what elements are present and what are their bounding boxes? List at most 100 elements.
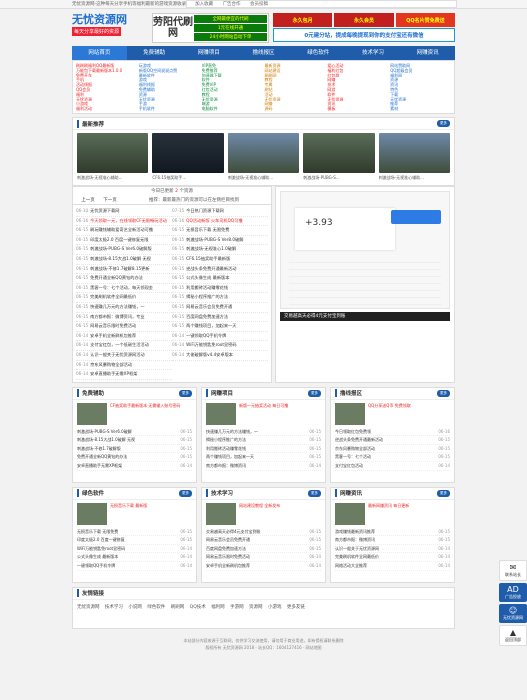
quick-link[interactable]: 电脑软件: [202, 106, 263, 111]
site-button[interactable]: ☺ 无忧资源网: [499, 604, 527, 623]
list-item[interactable]: 06-14 一键领取QQ手机令牌: [172, 332, 268, 342]
list-item[interactable]: 06-15 刺激战场-8.15大战1.0破解 无视: [76, 255, 172, 265]
nav-news[interactable]: 网赚资讯: [400, 46, 455, 60]
list-item[interactable]: 06-15 无损音乐下载 无限免费: [172, 226, 268, 236]
list-item[interactable]: 网易云音乐限时免费活动 06-14: [206, 553, 321, 563]
list-item[interactable]: 游戏赚钱最新资讯推荐 06-15: [335, 528, 450, 537]
list-item[interactable]: 快速赚几万元的方法赚钱，一 06-15: [206, 428, 321, 437]
list-item[interactable]: 免费开通全新QQ黄钻的办法 06-15: [77, 453, 192, 463]
category-headline[interactable]: QQ分享送Q币 免费领取: [335, 402, 450, 425]
list-item[interactable]: 06-16 QQ活动新版 火车司机QQ可撸: [172, 217, 268, 227]
list-item[interactable]: 06-14 大佬破解版v4.4安卓版本: [172, 351, 268, 361]
back-to-top-button[interactable]: ▲ 返回顶部: [499, 625, 527, 646]
list-item[interactable]: 刺激战场-8.15大战1.0破解 无视 06-15: [77, 436, 192, 445]
list-item[interactable]: 网易云音乐会员免费开通 06-15: [206, 536, 321, 545]
list-item[interactable]: 京东风暴购物全部活动 06-15: [335, 445, 450, 454]
list-item[interactable]: 06-10 无忧资源下载网: [76, 207, 172, 217]
add-favorite-link[interactable]: 加入收藏: [195, 2, 213, 7]
list-item[interactable]: 06-14 安卓手机全新刷机包推荐: [76, 332, 172, 342]
list-item[interactable]: 06-15 CF6.15抽奖助手最新版: [172, 255, 268, 265]
category-more-button[interactable]: 更多: [308, 489, 321, 497]
category-headline[interactable]: 无损音乐下载 最新版: [77, 502, 192, 525]
category-more-button[interactable]: 更多: [437, 389, 450, 397]
list-item[interactable]: 06-15 利用搬砖活动赚零花钱: [172, 284, 268, 294]
quick-link[interactable]: 模板: [327, 106, 388, 111]
next-page-tab[interactable]: 下一页: [99, 197, 121, 203]
nav-deals[interactable]: 撸线报区: [236, 46, 291, 60]
banner-ad-left[interactable]: 劳阳代刷网 全网最便宜的代刷 1元在线开通 24小时网站自动下单: [152, 13, 269, 43]
list-item[interactable]: 06-15 刺激战场-PUBG-S Ver8.0破解: [172, 236, 268, 246]
list-item[interactable]: 06-15 刺激战场-不修1.7破解8.15更新: [76, 265, 172, 275]
latest-item[interactable]: 刺激战场-无视准心辅助...: [77, 133, 149, 182]
list-item[interactable]: 06-15 百度网盘免费加速方法: [172, 313, 268, 323]
nav-software[interactable]: 绿色软件: [291, 46, 346, 60]
quick-link[interactable]: 福利活动: [76, 106, 137, 111]
nav-free-tools[interactable]: 免费辅助: [127, 46, 182, 60]
list-item[interactable]: 完美刷机软件全网最低价 06-14: [335, 553, 450, 563]
list-item[interactable]: 06-15 公式头像生成 最新版本: [172, 274, 268, 284]
list-item[interactable]: 06-14 WiFi万能钥匙免root显密码: [172, 341, 268, 351]
category-more-button[interactable]: 更多: [179, 489, 192, 497]
list-item[interactable]: 支付宝红包活动 06-14: [335, 462, 450, 471]
category-headline[interactable]: CF抽奖助手最新版本 无需输入账号密码: [77, 402, 192, 425]
list-item[interactable]: 06-15 刺激战场-无视准心1.0破解: [172, 245, 268, 255]
list-item[interactable]: 交易越高天必得4元支付宝到账 06-15: [206, 528, 321, 537]
category-headline[interactable]: 新版一元抽奖活动 每日可撸: [206, 402, 321, 425]
list-item[interactable]: 06-15 免费开通全新QQ黄钻的办法: [76, 274, 172, 284]
list-item[interactable]: 印度太极2.0 百度一键修复 06-15: [77, 536, 192, 545]
list-item[interactable]: 南方都市报：微博资讯 06-14: [206, 462, 321, 471]
list-item[interactable]: 今日领取红包免费领 06-16: [335, 428, 450, 437]
latest-item[interactable]: 刺激战场-无视准心辅助...: [378, 133, 451, 182]
list-item[interactable]: 公式头像生成 最新版本 06-14: [77, 553, 192, 563]
list-item[interactable]: 06-15 刷玩赚钱辅助爱奇艺全新活动可撸: [76, 226, 172, 236]
nav-home[interactable]: 网站首页: [72, 46, 127, 60]
nav-earn-projects[interactable]: 网赚项目: [181, 46, 236, 60]
contact-button[interactable]: ✉ 联系站长: [499, 560, 527, 581]
banner-ad-right[interactable]: 永久包月 永久会员 QQ名片赞免费送 0元建分站，提成每晚提现到你的支付宝还有微…: [273, 13, 455, 43]
list-item[interactable]: 刺激战场-PUBG-S Ver6.0破解 06-15: [77, 428, 192, 437]
category-more-button[interactable]: 更多: [179, 389, 192, 397]
list-item[interactable]: 06-15 两个赚钱项目，加起来一天: [172, 322, 268, 332]
quick-link[interactable]: 源码: [264, 106, 325, 111]
prev-page-tab[interactable]: 上一页: [77, 197, 99, 203]
feature-screenshot[interactable]: +3.93: [280, 191, 450, 309]
ad-cooperation-link[interactable]: 广告合作: [223, 2, 241, 7]
category-more-button[interactable]: 更多: [308, 389, 321, 397]
list-item[interactable]: 百度网盘免费加速方法 06-15: [206, 545, 321, 554]
quick-link[interactable]: 手机软件: [139, 106, 200, 111]
latest-more-button[interactable]: 更多: [437, 120, 450, 127]
list-item[interactable]: 06-14 京东风暴购物全部活动: [76, 361, 172, 371]
list-item[interactable]: 无损音乐下载 无限免费 06-15: [77, 528, 192, 537]
site-logo[interactable]: 无忧资源网 每天分享最好的资源: [72, 13, 148, 43]
list-item[interactable]: 安卓手机全新刷机包推荐 06-14: [206, 562, 321, 571]
nav-tech[interactable]: 技术学习: [346, 46, 401, 60]
list-item[interactable]: 06-15 南方都市报：微博资讯，专业: [76, 313, 172, 323]
list-item[interactable]: 刺激战场-不修1.7破解版 06-15: [77, 445, 192, 454]
list-item[interactable]: 逆战头条免费开通最新活动 06-15: [335, 436, 450, 445]
list-item[interactable]: 06-15 快速赚几万元的方法赚钱，一: [76, 303, 172, 313]
list-item[interactable]: 06-15 网易云音乐限时免费活动: [76, 322, 172, 332]
quick-link[interactable]: 素材: [390, 106, 451, 111]
list-item[interactable]: 认识一般关于无忧资源网 06-14: [335, 545, 450, 554]
ad-button[interactable]: AD 广告投放: [499, 583, 527, 602]
submit-link[interactable]: 会员投稿: [250, 2, 268, 7]
latest-item[interactable]: CF6.15抽奖助手...: [152, 133, 224, 182]
list-item[interactable]: 06-15 印度太极2.0 百度一键修复无限: [76, 236, 172, 246]
list-item[interactable]: 利用搬砖活动赚零花钱 06-15: [206, 445, 321, 454]
list-item[interactable]: 06-15 逆战头条免费开通最新活动: [172, 265, 268, 275]
list-item[interactable]: 黑客一号：七个活动 06-15: [335, 453, 450, 463]
list-item[interactable]: 06-15 完美刷机软件全网最低价: [76, 293, 172, 303]
list-item[interactable]: 网络活动大全推荐 06-14: [335, 562, 450, 571]
list-item[interactable]: 06-14 认识一般关于无忧资源网活动: [76, 351, 172, 361]
list-item[interactable]: 07-15 今日热门资源下载网: [172, 207, 268, 217]
list-item[interactable]: 06-14 支付宝红包，一个低碳生活活动: [76, 341, 172, 351]
list-item[interactable]: 06-14 安卓直播助手无需XP框架: [76, 370, 172, 380]
list-item[interactable]: 06-16 今天领取一元，在线领取CF无限畅玩活动: [76, 217, 172, 227]
category-headline[interactable]: 最新网赚资讯 每日更新: [335, 502, 450, 525]
list-item[interactable]: 一键领取QQ手机令牌 06-14: [77, 562, 192, 571]
list-item[interactable]: WiFi万能钥匙免root显密码 06-14: [77, 545, 192, 554]
list-item[interactable]: 揭秘小程序推广的方法 06-15: [206, 436, 321, 445]
list-item[interactable]: 两个赚钱项目，加起来一天 06-15: [206, 453, 321, 463]
category-more-button[interactable]: 更多: [437, 489, 450, 497]
list-item[interactable]: 安卓直播助手无需XP框架 06-14: [77, 462, 192, 471]
